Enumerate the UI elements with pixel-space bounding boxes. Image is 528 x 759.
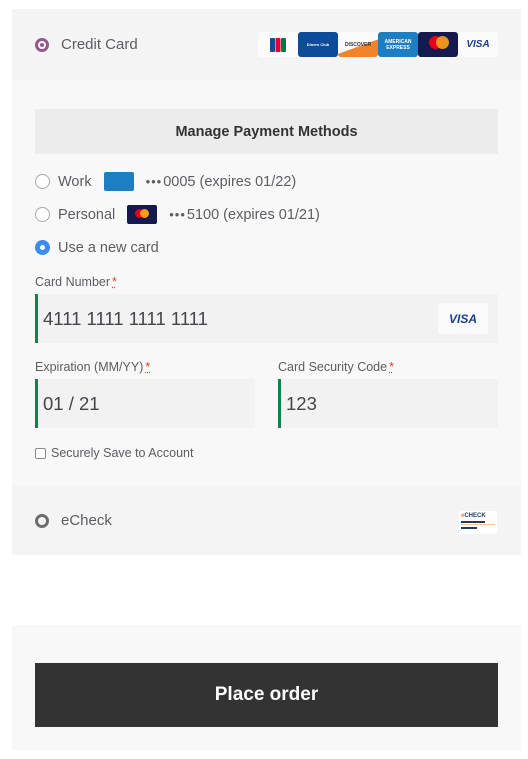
new-card-radio[interactable] <box>35 240 50 255</box>
saved-card-personal[interactable]: Personal ••• 5100 (expires 01/21) <box>35 198 498 231</box>
diners-text: Diners Club <box>306 42 330 47</box>
security-code-value: 123 <box>286 392 317 414</box>
expiration-input[interactable]: 01 / 21 <box>35 379 255 428</box>
credit-card-form: Manage Payment Methods Work ••• 0005 (ex… <box>12 80 521 486</box>
expiration-label: Expiration (MM/YY) * <box>35 360 255 374</box>
place-order-section: Place order <box>12 625 521 750</box>
payment-methods-list: Credit Card Diners Club DISCOVER AMERICA… <box>12 9 521 555</box>
saved-card-details: 0005 (expires 01/22) <box>163 173 297 190</box>
security-code-input[interactable]: 123 <box>278 379 498 428</box>
saved-card-radio[interactable] <box>35 207 50 222</box>
amex-icon: AMERICAN EXPRESS <box>378 32 418 57</box>
card-number-label: Card Number * <box>35 275 498 289</box>
masked-dots: ••• <box>169 207 186 222</box>
required-mark: * <box>112 275 117 289</box>
use-new-card-option[interactable]: Use a new card <box>35 231 498 264</box>
save-to-account-label: Securely Save to Account <box>51 446 194 460</box>
echeck-label[interactable]: eCheck <box>61 512 112 529</box>
card-number-value: 4111 1111 1111 1111 <box>43 307 208 329</box>
echeck-logo-text: CHECK <box>464 513 486 519</box>
credit-card-radio[interactable] <box>35 37 49 52</box>
discover-icon: DISCOVER <box>338 32 378 57</box>
expiration-value: 01 / 21 <box>43 392 100 414</box>
masked-dots: ••• <box>145 174 163 189</box>
visa-icon: VISA <box>438 303 488 334</box>
saved-card-work[interactable]: Work ••• 0005 (expires 01/22) <box>35 165 498 198</box>
discover-text: DISCOVER <box>344 41 372 48</box>
required-mark: * <box>145 360 151 374</box>
mastercard-icon <box>418 32 458 57</box>
card-number-input[interactable]: 4111 1111 1111 1111 VISA <box>35 294 498 343</box>
saved-cards-list: Work ••• 0005 (expires 01/22) Personal •… <box>35 165 498 264</box>
expiration-label-text: Expiration (MM/YY) <box>35 360 144 374</box>
credit-card-label[interactable]: Credit Card <box>61 36 138 53</box>
echeck-logo-icon: eCHECK <box>459 511 497 534</box>
saved-card-nickname: Work <box>58 173 92 190</box>
saved-card-nickname: Personal <box>58 206 116 223</box>
new-card-label: Use a new card <box>58 239 159 256</box>
diners-icon: Diners Club <box>298 32 338 57</box>
accepted-card-icons: Diners Club DISCOVER AMERICAN EXPRESS VI… <box>258 32 498 57</box>
amex-icon <box>103 172 134 191</box>
amex-text: AMERICAN EXPRESS <box>384 38 412 51</box>
detected-brand-text: VISA <box>448 311 477 326</box>
payment-method-echeck[interactable]: eCheck eCHECK <box>12 486 521 555</box>
jcb-icon <box>258 32 298 57</box>
place-order-button[interactable]: Place order <box>35 663 498 727</box>
card-number-label-text: Card Number <box>35 275 111 289</box>
required-mark: * <box>389 360 394 374</box>
saved-card-radio[interactable] <box>35 174 50 189</box>
security-code-label-text: Card Security Code <box>278 360 388 374</box>
manage-payment-methods-button[interactable]: Manage Payment Methods <box>35 109 498 154</box>
save-to-account-option[interactable]: Securely Save to Account <box>35 446 498 460</box>
echeck-radio[interactable] <box>35 513 49 528</box>
security-code-label: Card Security Code * <box>278 360 498 374</box>
saved-card-details: 5100 (expires 01/21) <box>186 206 320 223</box>
mastercard-icon <box>127 205 158 224</box>
visa-icon: VISA <box>458 32 498 57</box>
save-to-account-checkbox[interactable] <box>35 447 46 459</box>
payment-method-credit-card[interactable]: Credit Card Diners Club DISCOVER AMERICA… <box>12 9 521 80</box>
visa-text: VISA <box>466 39 490 50</box>
